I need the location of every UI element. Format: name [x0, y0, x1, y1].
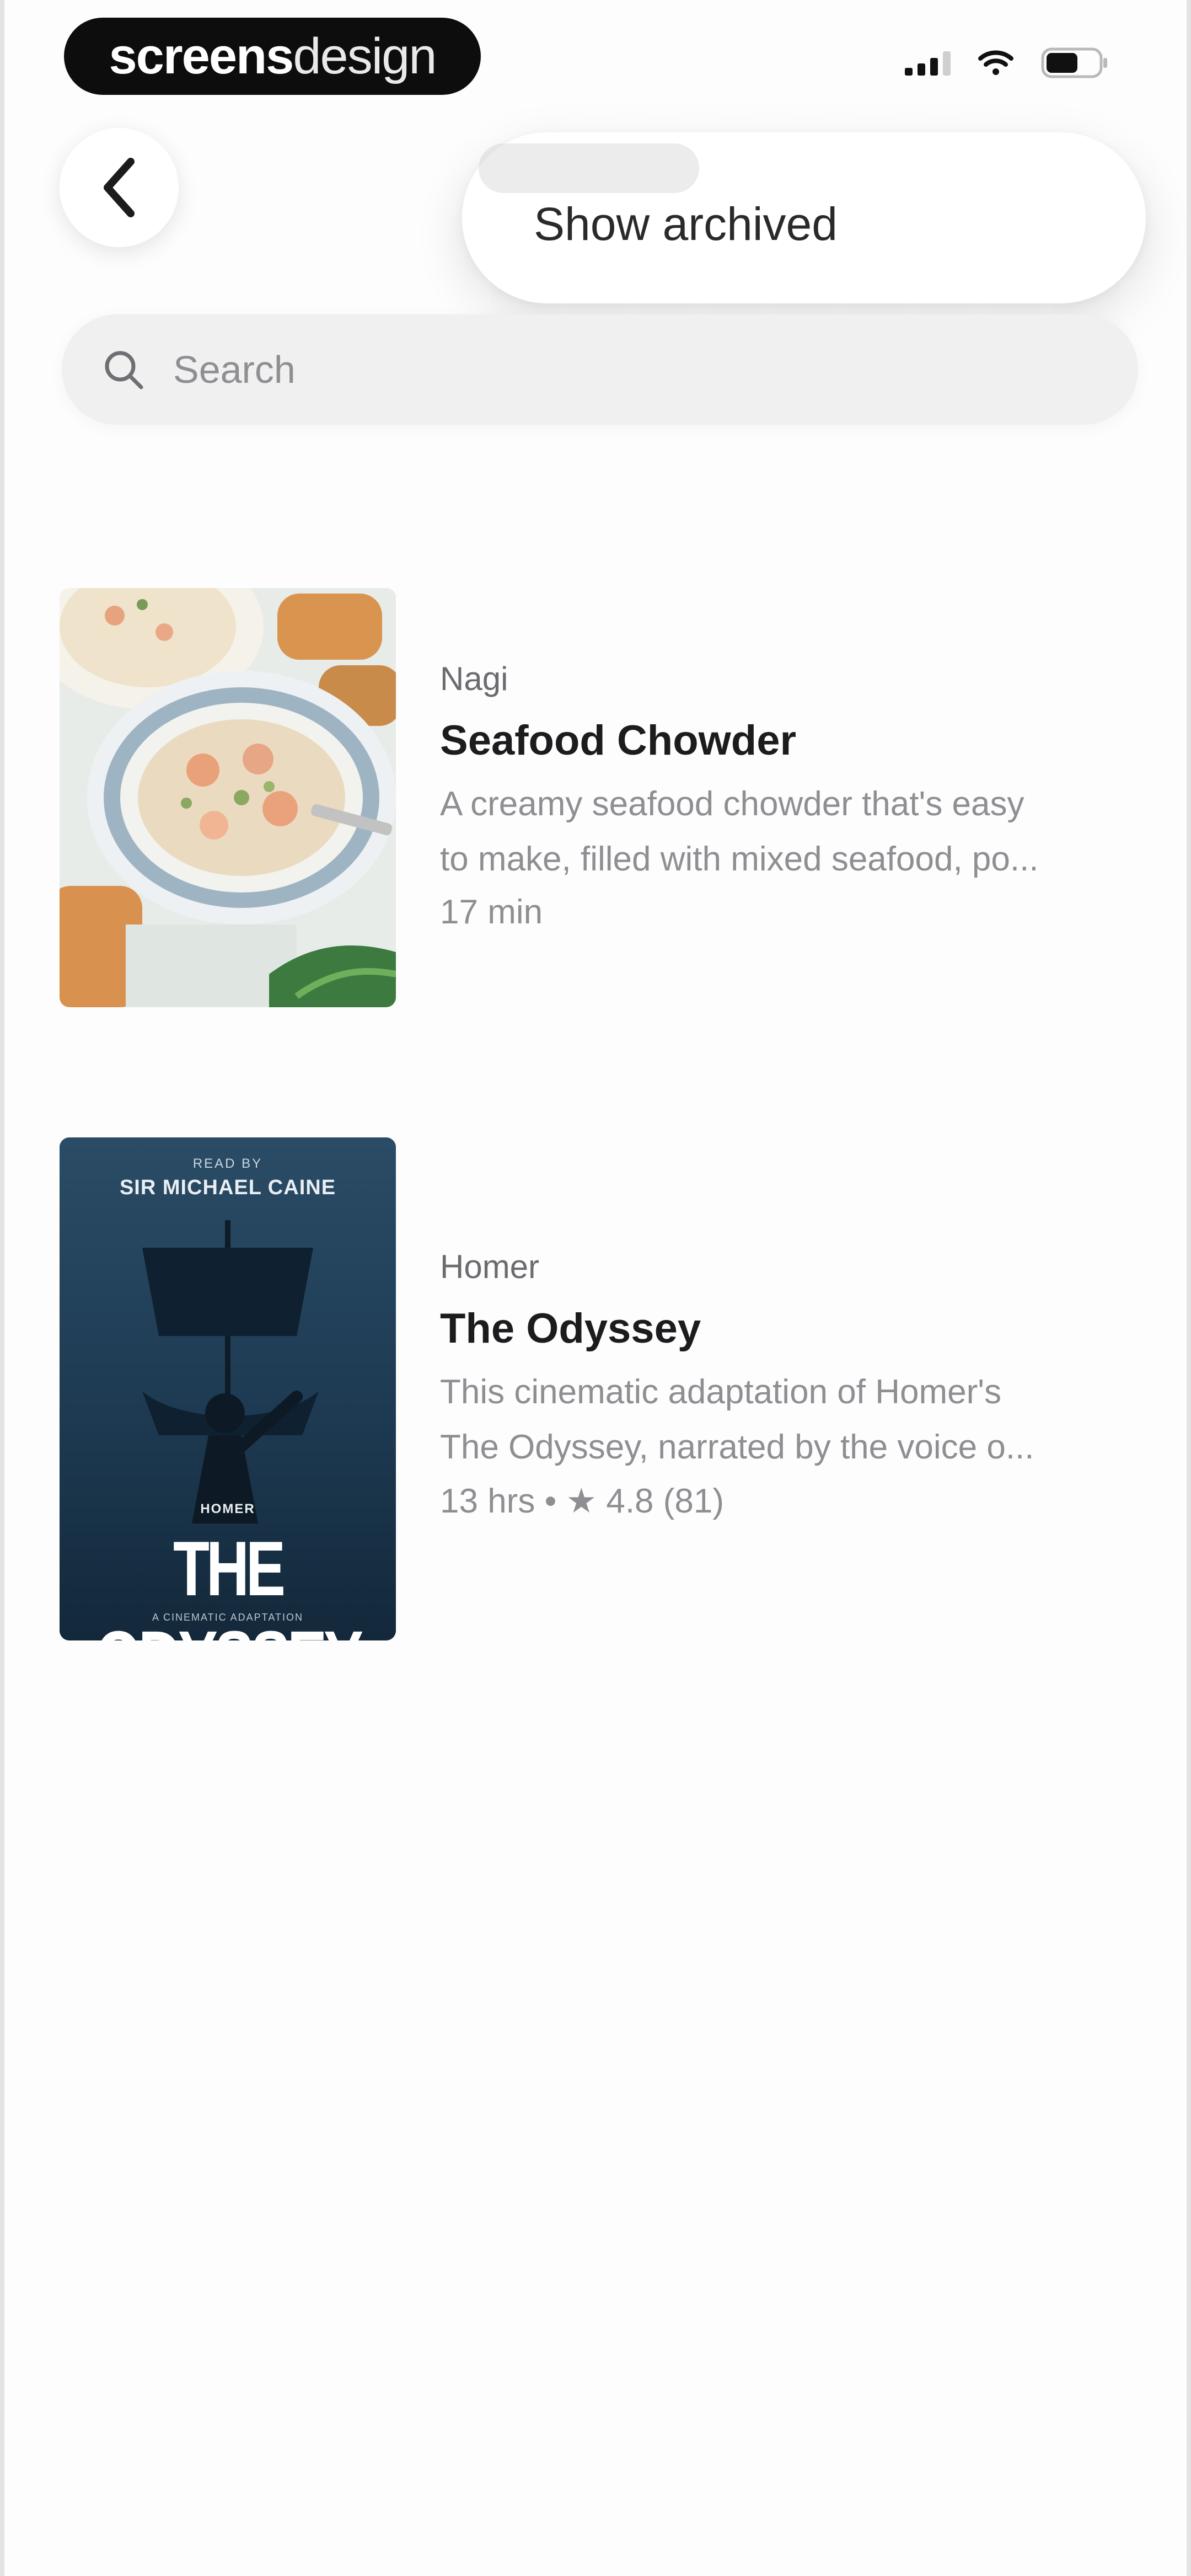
item-title: The Odyssey	[440, 1305, 701, 1352]
item-author: Homer	[440, 1248, 540, 1285]
item-description-line: to make, filled with mixed seafood, po..…	[440, 840, 1039, 878]
item-title: Seafood Chowder	[440, 717, 797, 764]
item-meta: 17 min	[440, 892, 1191, 932]
item-description-line: This cinematic adaptation of Homer's	[440, 1373, 1002, 1411]
list-item[interactable]: READ BY SIR MICHAEL CAINE HOMER THE ODYS…	[60, 1137, 1140, 1640]
cover-subtitle: A CINEMATIC ADAPTATION	[152, 1612, 304, 1623]
app-screen: screens design Show archived Search Nagi…	[0, 0, 1191, 2576]
search-input[interactable]	[172, 347, 1056, 392]
cover-author: HOMER	[200, 1501, 255, 1516]
item-rating-count: (81)	[663, 1482, 725, 1520]
options-menu: Show archived	[462, 132, 1146, 303]
search-icon	[105, 351, 143, 389]
cover-narrator: SIR MICHAEL CAINE	[119, 1176, 336, 1199]
item-rating: 4.8	[606, 1482, 654, 1520]
list-item[interactable]: Nagi Seafood Chowder A creamy seafood ch…	[60, 588, 1140, 1007]
item-author: Nagi	[440, 660, 508, 697]
recipe-thumbnail	[60, 588, 396, 1007]
item-details: Homer The Odyssey This cinematic adaptat…	[440, 1248, 1191, 1521]
star-icon: ★	[566, 1482, 597, 1520]
search-bar[interactable]	[62, 314, 1138, 425]
meta-separator: •	[544, 1482, 557, 1520]
brand-logo-light: design	[293, 28, 437, 84]
item-meta: 13 hrs • ★ 4.8 (81)	[440, 1481, 1191, 1521]
item-description: A creamy seafood chowder that's easy to …	[440, 777, 1191, 887]
item-details: Nagi Seafood Chowder A creamy seafood ch…	[440, 660, 1191, 932]
menu-hidden-item	[479, 143, 699, 193]
battery-icon	[1041, 47, 1107, 78]
status-icons	[905, 47, 1109, 78]
chevron-left-icon	[104, 158, 135, 217]
item-description-line: The Odyssey, narrated by the voice o...	[440, 1428, 1034, 1466]
back-button[interactable]	[60, 128, 179, 247]
item-description: This cinematic adaptation of Homer's The…	[440, 1365, 1191, 1475]
show-archived-option[interactable]: Show archived	[534, 197, 838, 251]
item-description-line: A creamy seafood chowder that's easy	[440, 785, 1024, 823]
cover-narrated-by: READ BY	[192, 1156, 263, 1171]
brand-logo: screens design	[64, 18, 481, 95]
cellular-signal-icon	[905, 50, 951, 76]
seafood-chowder-image	[60, 588, 396, 1007]
item-duration: 13 hrs	[440, 1482, 535, 1520]
wifi-icon	[978, 50, 1013, 75]
item-duration: 17 min	[440, 893, 543, 931]
audiobook-cover: READ BY SIR MICHAEL CAINE HOMER THE ODYS…	[60, 1137, 396, 1640]
brand-logo-bold: screens	[109, 28, 294, 84]
